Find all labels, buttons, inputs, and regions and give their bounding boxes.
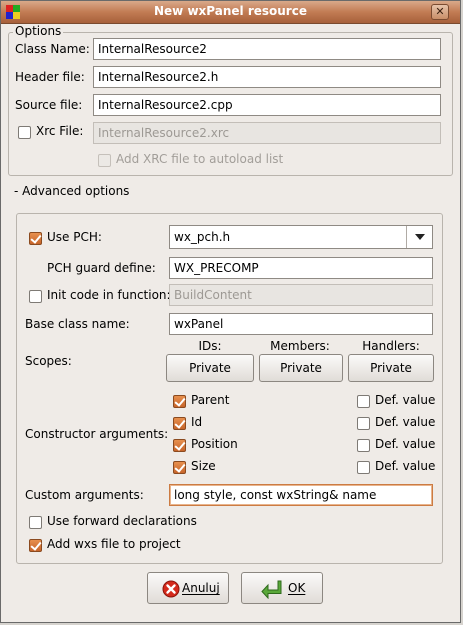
- title-bar[interactable]: New wxPanel resource ✕: [1, 1, 460, 24]
- scope-members-header: Members:: [270, 339, 330, 353]
- pch-guard-input[interactable]: WX_PRECOMP: [169, 257, 433, 279]
- arg-parent-checkbox[interactable]: [173, 395, 186, 408]
- autoload-label: Add XRC file to autoload list: [116, 152, 284, 166]
- header-file-label: Header file:: [15, 70, 85, 84]
- init-code-input[interactable]: BuildContent: [169, 284, 433, 306]
- advanced-options-toggle[interactable]: - Advanced options: [14, 184, 129, 198]
- add-wxs-checkbox[interactable]: [29, 539, 42, 552]
- forward-decl-checkbox[interactable]: [29, 516, 42, 529]
- options-legend: Options: [13, 24, 64, 38]
- source-file-label: Source file:: [15, 98, 83, 112]
- arg-size-label: Size: [191, 459, 216, 473]
- ok-button[interactable]: OK: [241, 572, 323, 604]
- class-name-input[interactable]: InternalResource2: [93, 38, 441, 60]
- arg-size-def-label: Def. value: [375, 459, 436, 473]
- ok-label: OK: [288, 581, 306, 595]
- scope-ids-header: IDs:: [198, 339, 222, 353]
- scope-handlers-button[interactable]: Private: [348, 354, 434, 382]
- use-pch-label: Use PCH:: [47, 230, 102, 244]
- arg-position-label: Position: [191, 437, 238, 451]
- arg-position-checkbox[interactable]: [173, 439, 186, 452]
- arg-id-label: Id: [191, 415, 203, 429]
- arg-size-def-checkbox[interactable]: [357, 461, 370, 474]
- cancel-button[interactable]: Anuluj: [147, 572, 229, 604]
- arg-position-def-checkbox[interactable]: [357, 439, 370, 452]
- class-name-label: Class Name:: [15, 42, 90, 56]
- xrc-file-label: Xrc File:: [36, 124, 84, 138]
- base-class-label: Base class name:: [25, 317, 130, 331]
- xrc-file-input[interactable]: InternalResource2.xrc: [93, 122, 441, 144]
- cancel-icon: [162, 580, 180, 598]
- constructor-args-label: Constructor arguments:: [25, 427, 169, 441]
- enter-arrow-icon: [261, 580, 282, 599]
- autoload-checkbox[interactable]: [98, 154, 111, 167]
- use-pch-checkbox[interactable]: [29, 232, 42, 245]
- scope-members-button[interactable]: Private: [259, 354, 343, 382]
- add-wxs-label: Add wxs file to project: [47, 537, 181, 551]
- forward-decl-label: Use forward declarations: [47, 514, 197, 528]
- pch-file-value: wx_pch.h: [174, 230, 231, 244]
- init-code-checkbox[interactable]: [29, 290, 42, 303]
- xrc-file-checkbox[interactable]: [18, 126, 31, 139]
- base-class-input[interactable]: wxPanel: [169, 313, 433, 335]
- init-code-label: Init code in function:: [47, 288, 171, 302]
- header-file-input[interactable]: InternalResource2.h: [93, 66, 441, 88]
- arg-parent-def-label: Def. value: [375, 393, 436, 407]
- chevron-down-icon[interactable]: [406, 226, 432, 248]
- arg-size-checkbox[interactable]: [173, 461, 186, 474]
- arg-parent-label: Parent: [191, 393, 230, 407]
- cancel-label: Anuluj: [182, 581, 220, 595]
- custom-args-label: Custom arguments:: [25, 488, 144, 502]
- source-file-input[interactable]: InternalResource2.cpp: [93, 94, 441, 116]
- pch-file-combo[interactable]: wx_pch.h: [169, 225, 433, 249]
- scope-handlers-header: Handlers:: [362, 339, 420, 353]
- arg-id-checkbox[interactable]: [173, 417, 186, 430]
- arg-id-def-checkbox[interactable]: [357, 417, 370, 430]
- arg-position-def-label: Def. value: [375, 437, 436, 451]
- custom-args-input[interactable]: long style, const wxString& name: [169, 484, 433, 506]
- arg-parent-def-checkbox[interactable]: [357, 395, 370, 408]
- scopes-label: Scopes:: [25, 354, 72, 368]
- pch-guard-label: PCH guard define:: [47, 261, 156, 275]
- scope-ids-button[interactable]: Private: [166, 354, 254, 382]
- close-icon[interactable]: ✕: [431, 4, 449, 20]
- window-title: New wxPanel resource: [154, 4, 307, 18]
- arg-id-def-label: Def. value: [375, 415, 436, 429]
